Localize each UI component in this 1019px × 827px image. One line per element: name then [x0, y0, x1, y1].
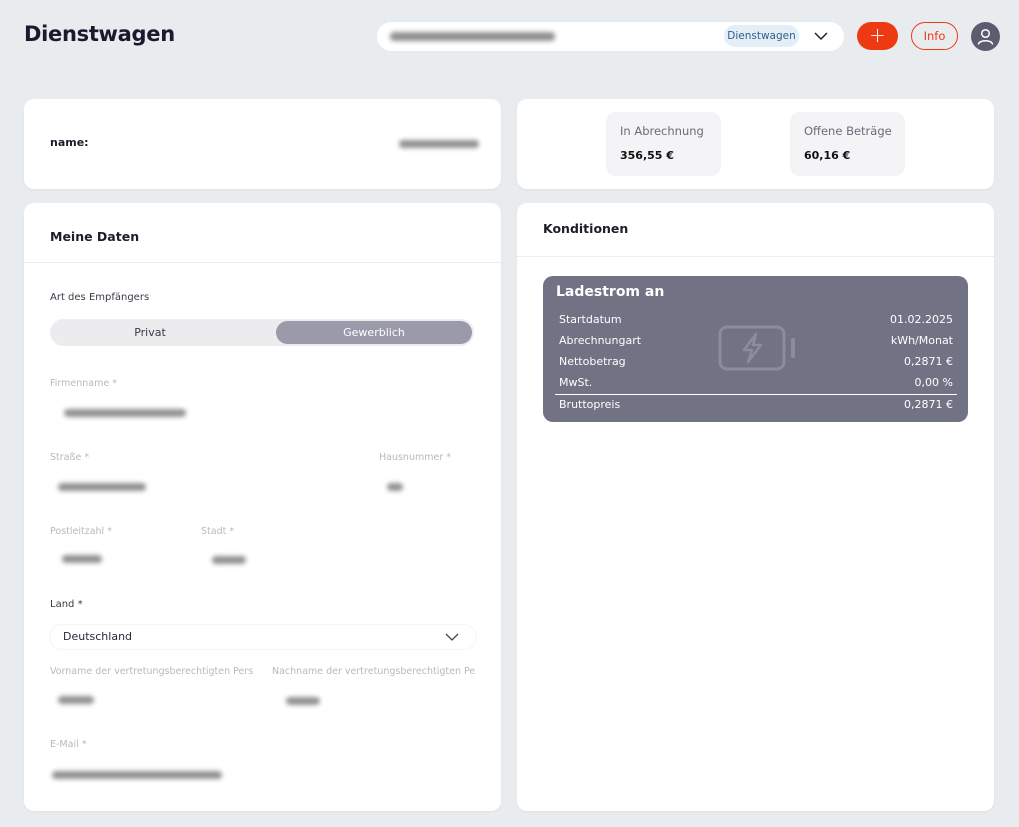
tariff-title: Ladestrom an	[556, 284, 665, 300]
total-divider	[555, 394, 957, 395]
stadt-field[interactable]	[212, 556, 246, 564]
land-label: Land *	[50, 599, 83, 610]
name-card: name:	[24, 99, 501, 189]
stadt-label: Stadt *	[201, 526, 235, 537]
divider	[24, 262, 501, 263]
row-value: 0,2871 €	[904, 398, 953, 411]
plz-field[interactable]	[62, 555, 102, 563]
recipient-type-label: Art des Empfängers	[50, 292, 150, 303]
add-button[interactable]: +	[857, 22, 898, 50]
redacted-text	[390, 32, 555, 41]
page-title: Dienstwagen	[24, 22, 175, 46]
meine-daten-card: Meine Daten Art des Empfängers Privat Ge…	[24, 203, 501, 811]
email-field[interactable]	[52, 771, 222, 779]
konditionen-card: Konditionen Ladestrom an Startdatum 01.0…	[517, 203, 994, 811]
name-label: name:	[50, 136, 89, 149]
firmenname-label: Firmenname *	[50, 378, 117, 389]
toggle-option-privat[interactable]: Privat	[52, 321, 248, 344]
hausnummer-field[interactable]	[387, 483, 403, 491]
land-select[interactable]: Deutschland	[50, 625, 476, 649]
chevron-down-icon[interactable]	[813, 30, 829, 42]
row-key: Nettobetrag	[559, 355, 626, 368]
category-badge: Dienstwagen	[724, 25, 799, 47]
user-icon	[977, 28, 994, 45]
vehicle-selector[interactable]: Dienstwagen	[377, 22, 844, 51]
stat-label: In Abrechnung	[620, 124, 704, 138]
nachname-label: Nachname der vertretungsberechtigten Pe	[272, 666, 476, 677]
user-avatar[interactable]	[971, 22, 1000, 51]
hausnummer-label: Hausnummer *	[379, 452, 452, 463]
battery-charging-icon	[718, 325, 795, 371]
vorname-label: Vorname der vertretungsberechtigten Pers	[50, 666, 254, 677]
row-key: Bruttopreis	[559, 398, 621, 411]
plz-label: Postleitzahl *	[50, 526, 112, 537]
row-value: kWh/Monat	[890, 334, 953, 347]
stat-in-abrechnung: In Abrechnung 356,55 €	[606, 112, 721, 176]
card-title: Meine Daten	[50, 229, 140, 244]
tariff-card: Ladestrom an Startdatum 01.02.2025 Abrec…	[543, 276, 968, 422]
row-key: Startdatum	[559, 313, 622, 326]
vorname-field[interactable]	[58, 696, 94, 704]
divider	[517, 256, 994, 257]
redacted-text	[399, 140, 479, 148]
nachname-field[interactable]	[286, 697, 320, 705]
stat-value: 60,16 €	[804, 149, 851, 162]
row-key: Abrechnungart	[559, 334, 642, 347]
row-key: MwSt.	[559, 376, 593, 389]
strasse-field[interactable]	[58, 483, 146, 491]
firmenname-field[interactable]	[64, 409, 186, 417]
info-button[interactable]: Info	[911, 22, 958, 50]
stats-card: In Abrechnung 356,55 € Offene Beträge 60…	[517, 99, 994, 189]
row-value: 0,2871 €	[904, 355, 953, 368]
stat-offene-betraege: Offene Beträge 60,16 €	[790, 112, 905, 176]
card-title: Konditionen	[543, 221, 629, 236]
stat-value: 356,55 €	[620, 149, 674, 162]
row-value: 0,00 %	[914, 376, 953, 389]
strasse-label: Straße *	[50, 452, 90, 463]
stat-label: Offene Beträge	[804, 124, 892, 138]
email-label: E-Mail *	[50, 739, 87, 750]
land-value: Deutschland	[63, 630, 133, 643]
toggle-option-gewerblich[interactable]: Gewerblich	[276, 321, 472, 344]
row-value: 01.02.2025	[890, 313, 953, 326]
chevron-down-icon	[445, 633, 459, 641]
recipient-type-toggle[interactable]: Privat Gewerblich	[50, 319, 474, 346]
